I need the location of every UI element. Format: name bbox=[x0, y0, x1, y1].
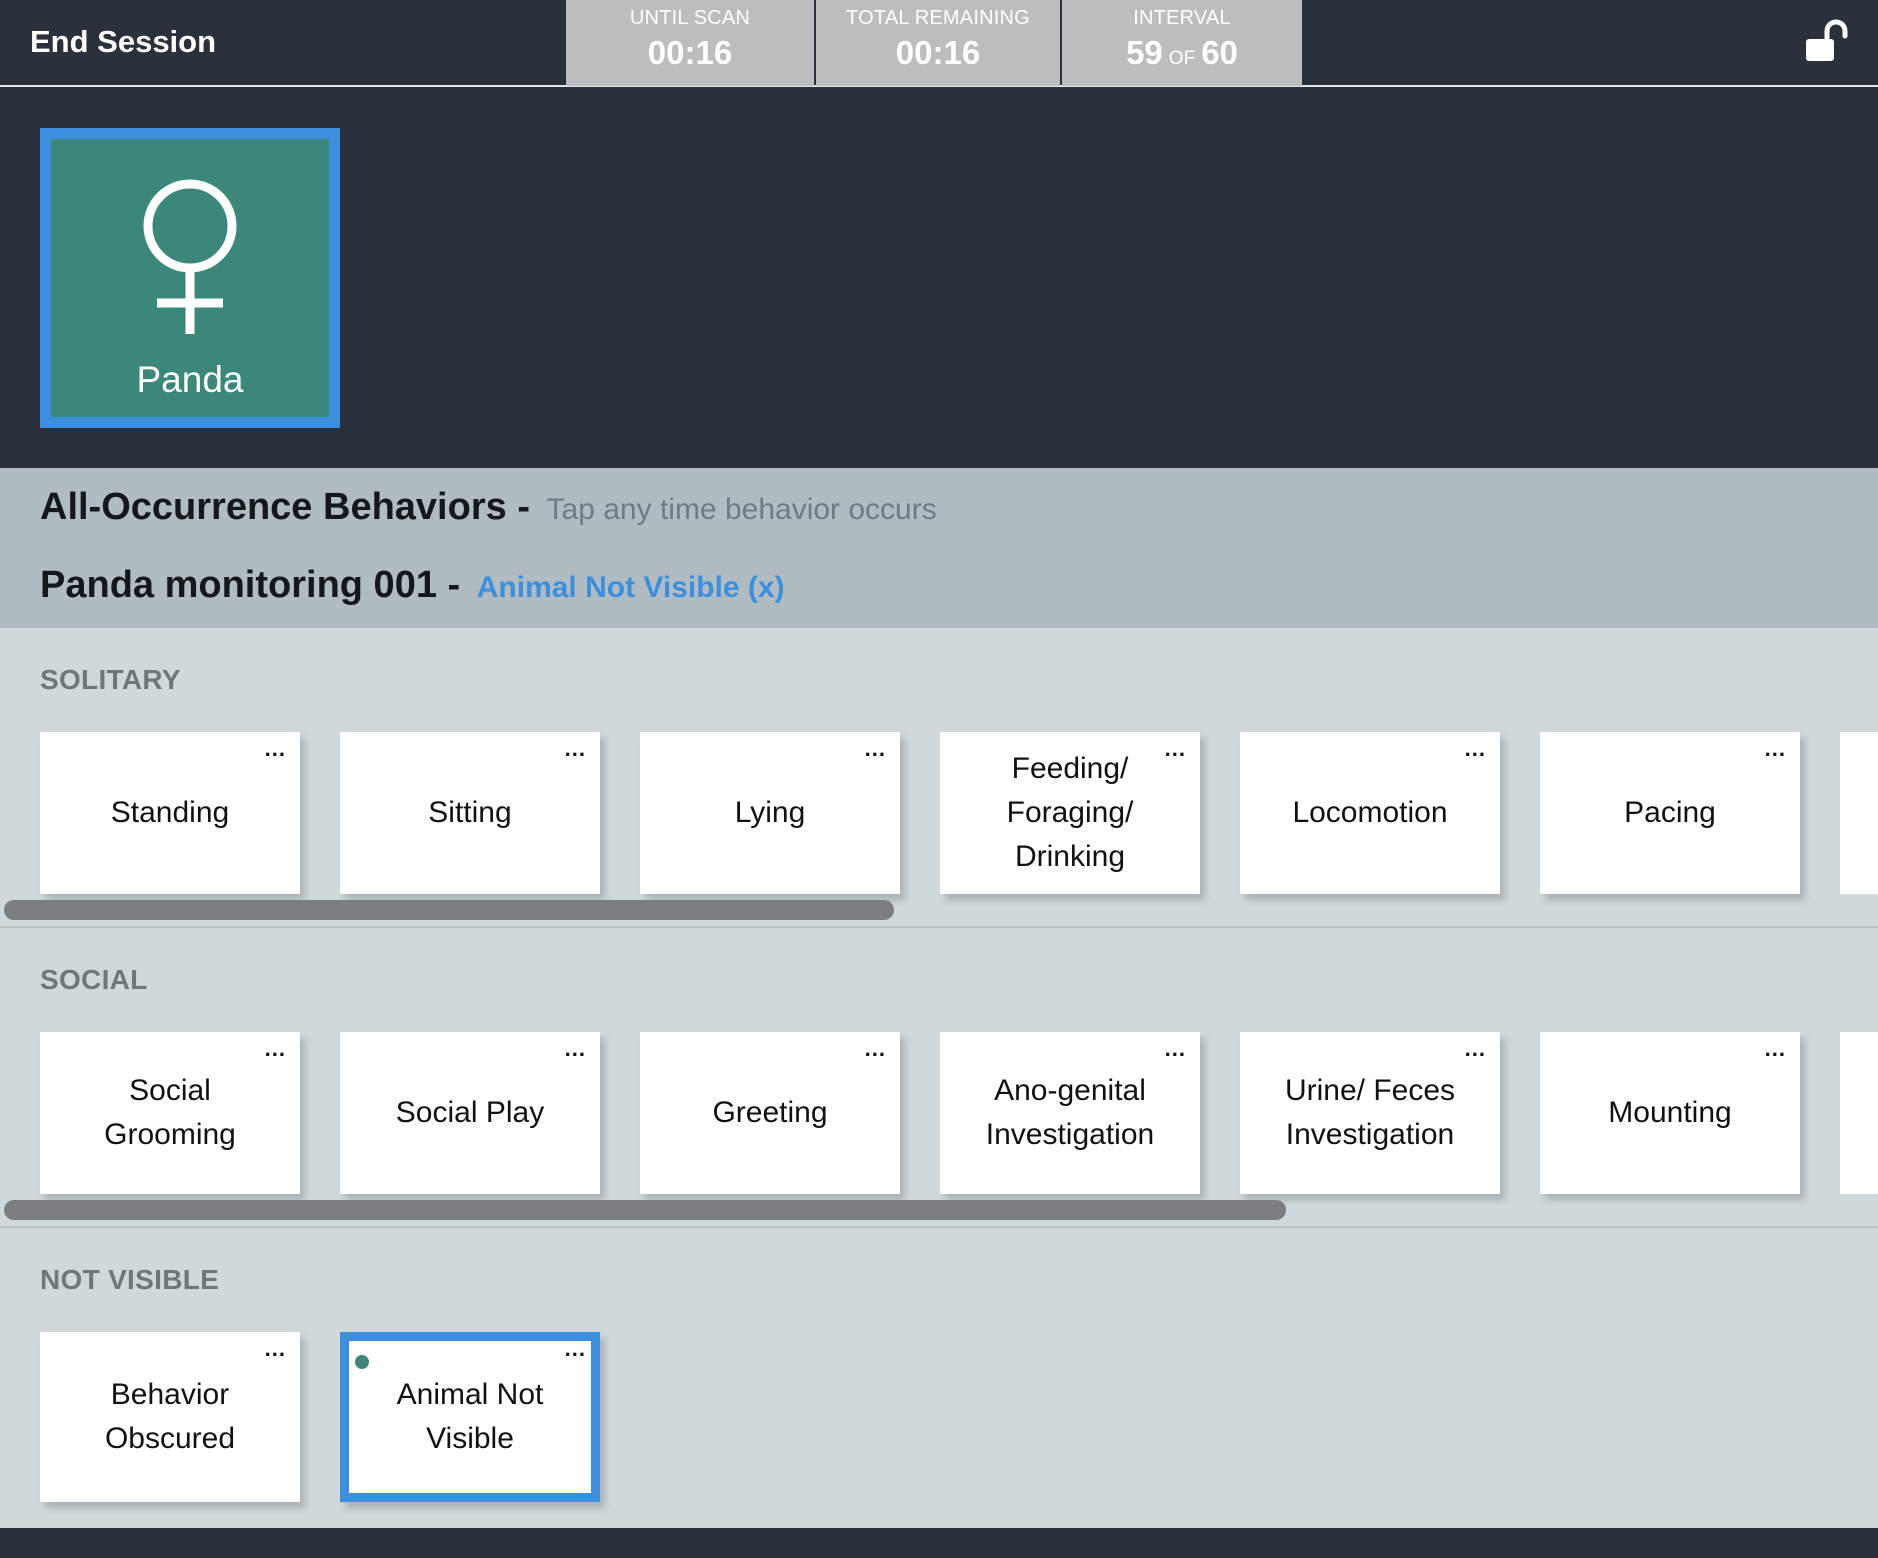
card-menu-icon[interactable]: ... bbox=[265, 1338, 286, 1360]
card-menu-icon[interactable]: ... bbox=[265, 738, 286, 760]
title-separator: - bbox=[517, 486, 530, 528]
social-scrollbar[interactable] bbox=[4, 1200, 1286, 1220]
section-not-visible: NOT VISIBLE ... Behavior Obscured ... An… bbox=[0, 1228, 1878, 1528]
total-remaining-label: TOTAL REMAINING bbox=[846, 7, 1030, 29]
behaviors-panel: SOLITARY ... Standing ... Sitting ... Ly… bbox=[0, 628, 1878, 1528]
card-menu-icon[interactable]: ... bbox=[1165, 738, 1186, 760]
female-symbol-icon bbox=[143, 179, 237, 334]
session-titles: All-Occurrence Behaviors - Tap any time … bbox=[0, 468, 1878, 628]
behavior-label: Locomotion bbox=[1292, 796, 1448, 829]
interval-total: 60 bbox=[1201, 34, 1238, 71]
card-menu-icon[interactable]: ... bbox=[565, 1038, 586, 1060]
card-menu-icon[interactable]: ... bbox=[565, 1338, 586, 1360]
behavior-card-social-grooming[interactable]: ... Social Grooming bbox=[40, 1032, 300, 1194]
animal-name: Panda bbox=[136, 359, 244, 400]
behavior-card-standing[interactable]: ... Standing bbox=[40, 732, 300, 894]
behavior-card-feeding[interactable]: ... Feeding/ Foraging/ Drinking bbox=[940, 732, 1200, 894]
animal-tile-panda[interactable]: Panda bbox=[40, 128, 340, 428]
session-name: Panda monitoring 001 bbox=[40, 564, 437, 606]
behavior-label: Pacing bbox=[1624, 796, 1716, 829]
all-occurrence-heading: All-Occurrence Behaviors - Tap any time … bbox=[40, 486, 937, 529]
behavior-label: Feeding/ Foraging/ Drinking bbox=[1006, 752, 1134, 873]
interval-value: 59 OF 60 bbox=[1062, 34, 1302, 72]
behavior-label: Behavior Obscured bbox=[104, 1378, 236, 1455]
interval-current: 59 bbox=[1126, 34, 1163, 71]
session-separator: - bbox=[447, 564, 461, 606]
behavior-card-pacing[interactable]: ... Pacing bbox=[1540, 732, 1800, 894]
card-menu-icon[interactable]: ... bbox=[1465, 1038, 1486, 1060]
total-remaining-value: 00:16 bbox=[895, 34, 981, 71]
total-remaining-timer: TOTAL REMAINING 00:16 bbox=[816, 0, 1060, 86]
card-menu-icon[interactable]: ... bbox=[1765, 738, 1786, 760]
until-scan-timer: UNTIL SCAN 00:16 bbox=[566, 0, 814, 86]
interval-of: OF bbox=[1168, 48, 1196, 69]
unlocked-padlock-icon[interactable] bbox=[1803, 18, 1849, 64]
behavior-label: Urine/ Feces Investigation bbox=[1284, 1074, 1456, 1151]
behavior-label: Social Grooming bbox=[104, 1074, 236, 1151]
behavior-card-mounting[interactable]: ... Mounting bbox=[1540, 1032, 1800, 1194]
solitary-scrollbar[interactable] bbox=[4, 900, 894, 920]
behavior-label: Greeting bbox=[712, 1096, 828, 1129]
card-menu-icon[interactable]: ... bbox=[1165, 1038, 1186, 1060]
animal-not-visible-clear-link[interactable]: Animal Not Visible (x) bbox=[477, 571, 785, 604]
interval-label: INTERVAL bbox=[1133, 7, 1231, 29]
all-occurrence-title: All-Occurrence Behaviors bbox=[40, 486, 507, 528]
end-session-button[interactable]: End Session bbox=[30, 0, 216, 84]
interval-counter: INTERVAL 59 OF 60 bbox=[1062, 0, 1302, 86]
bottom-bar bbox=[0, 1528, 1878, 1558]
behavior-label: Standing bbox=[110, 796, 230, 829]
until-scan-label: UNTIL SCAN bbox=[629, 7, 751, 29]
until-scan-value: 00:16 bbox=[647, 34, 733, 71]
card-menu-icon[interactable]: ... bbox=[265, 1038, 286, 1060]
behavior-label: Mounting bbox=[1608, 1096, 1732, 1129]
behavior-card-locomotion[interactable]: ... Locomotion bbox=[1240, 732, 1500, 894]
section-title-not-visible: NOT VISIBLE bbox=[40, 1264, 220, 1295]
behavior-card-lying[interactable]: ... Lying bbox=[640, 732, 900, 894]
behavior-card-ano-genital-investigation[interactable]: ... Ano-genital Investigation bbox=[940, 1032, 1200, 1194]
behavior-card-behavior-obscured[interactable]: ... Behavior Obscured bbox=[40, 1332, 300, 1502]
behavior-label: Lying bbox=[734, 796, 806, 829]
all-occurrence-hint: Tap any time behavior occurs bbox=[546, 493, 937, 526]
session-heading: Panda monitoring 001 - Animal Not Visibl… bbox=[40, 564, 785, 607]
card-menu-icon[interactable]: ... bbox=[865, 738, 886, 760]
behavior-card-partial[interactable] bbox=[1840, 732, 1878, 894]
top-bar: End Session UNTIL SCAN 00:16 TOTAL REMAI… bbox=[0, 0, 1878, 87]
behavior-card-partial[interactable] bbox=[1840, 1032, 1878, 1194]
behavior-label: Social Play bbox=[395, 1096, 545, 1129]
behavior-card-social-play[interactable]: ... Social Play bbox=[340, 1032, 600, 1194]
card-menu-icon[interactable]: ... bbox=[565, 738, 586, 760]
section-social: SOCIAL ... Social Grooming ... Social Pl… bbox=[0, 928, 1878, 1228]
behavior-card-animal-not-visible[interactable]: ... Animal Not Visible bbox=[340, 1332, 600, 1502]
behavior-label: Ano-genital Investigation bbox=[985, 1074, 1155, 1151]
card-menu-icon[interactable]: ... bbox=[1465, 738, 1486, 760]
active-indicator-dot bbox=[355, 1355, 369, 1369]
behavior-card-urine-feces-investigation[interactable]: ... Urine/ Feces Investigation bbox=[1240, 1032, 1500, 1194]
behavior-card-greeting[interactable]: ... Greeting bbox=[640, 1032, 900, 1194]
section-solitary: SOLITARY ... Standing ... Sitting ... Ly… bbox=[0, 628, 1878, 928]
card-menu-icon[interactable]: ... bbox=[865, 1038, 886, 1060]
behavior-label: Sitting bbox=[428, 796, 512, 829]
section-title-solitary: SOLITARY bbox=[40, 664, 181, 695]
section-title-social: SOCIAL bbox=[40, 964, 148, 995]
behavior-label: Animal Not Visible bbox=[396, 1378, 544, 1455]
behavior-card-sitting[interactable]: ... Sitting bbox=[340, 732, 600, 894]
card-menu-icon[interactable]: ... bbox=[1765, 1038, 1786, 1060]
